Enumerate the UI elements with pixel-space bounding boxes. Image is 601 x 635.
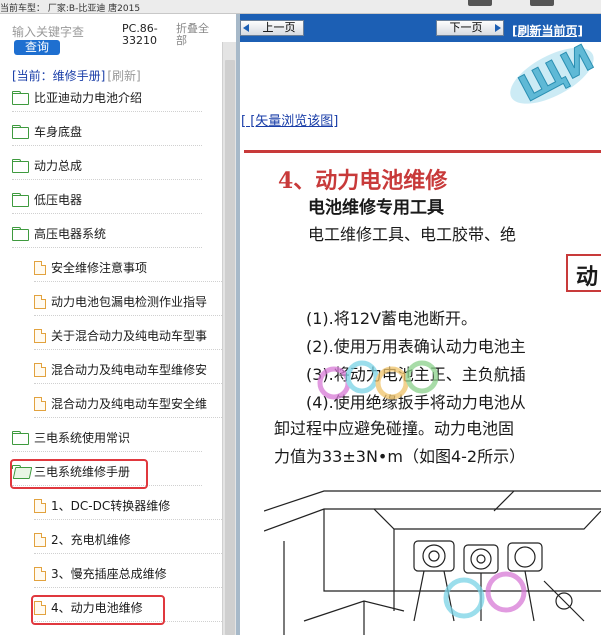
tree-item-label: 1、DC-DC转换器维修 (51, 499, 171, 513)
watermark-rings (317, 360, 439, 400)
app-window: 当前车型： 厂家:B-比亚迪 唐2015 查询 PC.86-33210 折叠全部… (0, 0, 601, 635)
callout-box-text: 动 (576, 265, 599, 290)
tree-folder[interactable]: 高压电器系统 (12, 220, 202, 248)
tree-folder[interactable]: 比亚迪动力电池介绍 (12, 84, 202, 112)
watermark-logo: ЩИ (510, 42, 601, 111)
watermark-rings-lower (443, 571, 527, 619)
svg-text:ЩИ: ЩИ (513, 42, 601, 110)
tools-text: 电工维修工具、电工胶带、绝 (308, 225, 517, 244)
step-1: (1).将12V蓄电池断开。 (306, 309, 478, 328)
document-viewer: 上一页 下一页 [刷新当前页] ЩИ [ [矢量浏览该图] 4、动力电池维修 电… (240, 14, 601, 635)
tree-scrollbar[interactable] (222, 42, 236, 635)
tree-folder[interactable]: 车身底盘 (12, 118, 202, 146)
document-icon (34, 260, 46, 275)
tree-item-label: 动力电池包漏电检测作业指导 (51, 295, 208, 309)
current-location: [当前：维修手册] [刷新] (12, 67, 141, 84)
tree-item-label: 动力总成 (34, 159, 83, 173)
left-navigation-panel: 查询 PC.86-33210 折叠全部 [当前：维修手册][刷新] 比亚迪动力电… (0, 14, 222, 635)
document-icon (34, 566, 46, 581)
tree-item[interactable]: 1、DC-DC转换器维修 (34, 492, 222, 520)
current-manual-label: [当前：维修手册] (12, 69, 106, 83)
tree-item-label: 三电系统使用常识 (34, 431, 131, 445)
document-icon (34, 362, 46, 377)
search-row: 查询 PC.86-33210 折叠全部 (0, 14, 222, 62)
tree-item[interactable]: 2、充电机维修 (34, 526, 222, 554)
refresh-current-page-link[interactable]: [刷新当前页] (512, 22, 583, 39)
tree-item-label: 安全维修注意事项 (51, 261, 148, 275)
tree-folder[interactable]: 动力总成 (12, 152, 202, 180)
tree-item-label: 混合动力及纯电动车型维修安 (51, 363, 208, 377)
tree-item-label: 2、充电机维修 (51, 533, 131, 547)
refresh-tree-link[interactable]: [刷新] (107, 69, 140, 83)
current-car-label: 当前车型： 厂家:B-比亚迪 唐2015 (0, 4, 141, 14)
tree-item-label: 3、慢充插座总成维修 (51, 567, 167, 581)
document-icon (34, 294, 46, 309)
paragraph-line-1: 卸过程中应避免碰撞。动力电池固 (274, 419, 515, 438)
top-status-bar: 当前车型： 厂家:B-比亚迪 唐2015 (0, 0, 601, 14)
selection-highlight (10, 459, 148, 489)
document-icon (34, 328, 46, 343)
section-title: 4、动力电池维修 (278, 168, 448, 194)
page-nav-bar: 上一页 下一页 [刷新当前页] (240, 14, 601, 42)
folder-icon (12, 193, 29, 207)
toolbar-button-1[interactable] (468, 0, 492, 6)
query-button[interactable]: 查询 (14, 40, 60, 55)
collapse-all-button[interactable]: 折叠全部 (176, 23, 216, 47)
folder-icon (12, 431, 29, 445)
model-code-label: PC.86-33210 (122, 22, 158, 47)
vector-view-link[interactable]: [ [矢量浏览该图] (241, 110, 338, 129)
toolbar-button-2[interactable] (530, 0, 554, 6)
tree-item[interactable]: 动力电池包漏电检测作业指导 (34, 288, 222, 316)
tree-item[interactable]: 关于混合动力及纯电动车型事 (34, 322, 222, 350)
folder-icon (12, 227, 29, 241)
tree-item[interactable]: 混合动力及纯电动车型安全维 (34, 390, 222, 418)
tools-heading: 电池维修专用工具 (308, 198, 444, 218)
callout-box: 动 (566, 254, 601, 292)
tree-item-label: 混合动力及纯电动车型安全维 (51, 397, 208, 411)
folder-icon (12, 159, 29, 173)
next-page-button[interactable]: 下一页 (436, 20, 504, 36)
document-icon (34, 396, 46, 411)
selection-highlight (31, 595, 165, 625)
folder-icon (12, 125, 29, 139)
manual-page: 4、动力电池维修 电池维修专用工具 电工维修工具、电工胶带、绝 动 (1).将1… (244, 150, 601, 635)
tree-folder[interactable]: 低压电器 (12, 186, 202, 214)
keyword-search-input[interactable] (12, 24, 112, 40)
tree-item-label: 高压电器系统 (34, 227, 107, 241)
tree-item-label: 比亚迪动力电池介绍 (34, 91, 143, 105)
tree-item-label: 关于混合动力及纯电动车型事 (51, 329, 208, 343)
document-icon (34, 498, 46, 513)
prev-page-button[interactable]: 上一页 (240, 20, 304, 36)
tree-scrollbar-thumb[interactable] (225, 60, 235, 635)
tree-folder[interactable]: 三电系统使用常识 (12, 424, 202, 452)
document-icon (34, 532, 46, 547)
tree-item-label: 车身底盘 (34, 125, 83, 139)
paragraph-line-2: 力值为33±3N•m（如图4-2所示） (274, 447, 526, 466)
tree-item[interactable]: 混合动力及纯电动车型维修安 (34, 356, 222, 384)
tree-item[interactable]: 3、慢充插座总成维修 (34, 560, 222, 588)
tree-item[interactable]: 安全维修注意事项 (34, 254, 222, 282)
folder-icon (12, 91, 29, 105)
tree-item-label: 低压电器 (34, 193, 83, 207)
